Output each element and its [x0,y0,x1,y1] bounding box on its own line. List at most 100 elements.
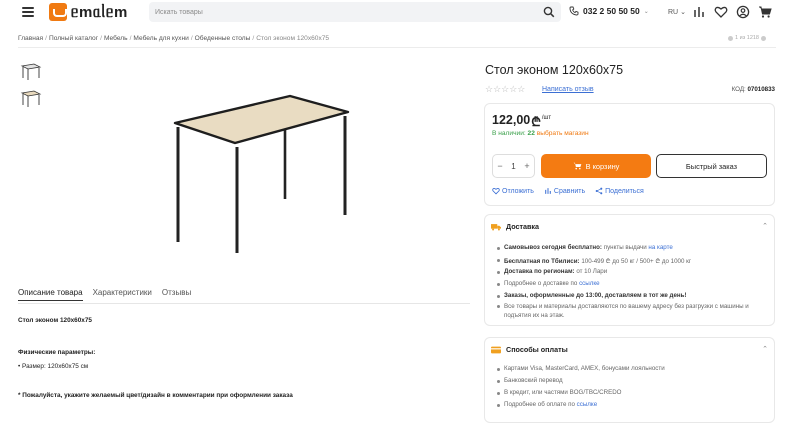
tab-reviews[interactable]: Отзывы [162,288,191,301]
price-unit: /шт [541,115,552,121]
list-item-text: Подробнее об оплате по ссылке [504,401,597,408]
wishlist-action[interactable]: Отложить [492,187,534,195]
breadcrumb-item[interactable]: Обеденные столы [195,35,251,42]
pickup-map-link[interactable]: на карте [648,244,672,251]
logo[interactable]: ᥱmᥲᥣᥱm [49,3,128,21]
stock-count: 22 [527,130,535,137]
list-item: В кредит, или частями BOG/TBC/CREDO [497,389,621,396]
account-icon[interactable] [736,5,750,19]
rating-stars[interactable]: ☆☆☆☆☆ [485,84,525,95]
phone-text: 032 2 50 50 50 [583,6,640,16]
breadcrumb-separator: / [100,35,102,42]
bullet-icon [497,283,500,286]
add-to-cart-button[interactable]: В корзину [541,154,651,178]
payment-title: Способы оплаты [506,345,568,354]
thumbnail-1[interactable] [20,61,42,81]
list-item-text: Самовывоз сегодня бесплатно: пункты выда… [504,244,673,251]
breadcrumb-current: Стол эконом 120х60х75 [256,35,330,42]
breadcrumb-separator: / [45,35,47,42]
chevron-up-icon[interactable]: ⌃ [762,345,768,353]
breadcrumb-separator: / [129,35,132,42]
cart-icon [573,162,581,170]
list-item-text: Бесплатная по Тбилиси: 100-499 ₾ до 50 к… [504,256,691,265]
bullet-icon [497,305,500,308]
compare-action[interactable]: Сравнить [544,187,585,195]
chevron-down-icon: ⌄ [643,8,649,15]
chevron-down-icon: ⌄ [680,9,686,16]
thumbnail-2[interactable] [20,88,42,108]
payment-credit: В кредит, или частями BOG/TBC/CREDO [504,389,622,396]
cart-icon[interactable] [758,5,772,19]
write-review-link[interactable]: Написать отзыв [542,86,594,93]
compare-icon [545,188,551,194]
counter-dot-icon [761,35,766,41]
payment-transfer: Банковский перевод [504,377,563,384]
share-icon [595,187,603,195]
qty-minus-button[interactable]: − [497,161,502,171]
phone-number[interactable]: 032 2 50 50 50 ⌄ [569,6,649,16]
search-input[interactable] [149,2,529,22]
delivery-title: Доставка [506,222,540,231]
description-size: • Размер: 120х60х75 см [18,363,89,370]
description-heading: Стол эконом 120х60х75 [18,317,92,324]
compare-icon[interactable] [692,5,706,19]
list-item-text: Доставка по регионам: от 10 Лари [504,268,607,275]
product-image[interactable] [170,92,352,258]
bullet-icon [497,368,500,371]
delivery-more-text: Подробнее о доставке по [504,280,578,287]
breadcrumb-item[interactable]: Главная [18,35,43,42]
breadcrumb-separator: / [252,35,255,42]
code-value: 07010833 [747,86,775,93]
stock-status: В наличии: 22 выбрать магазин [492,130,589,137]
counter-dot-icon [728,35,734,41]
product-code: КОД: 07010833 [732,86,775,93]
qty-value[interactable]: 1 [511,162,515,171]
share-action[interactable]: Поделиться [595,187,644,195]
delivery-more-link[interactable]: ссылке [579,280,599,287]
list-item: Подробнее о доставке по ссылке [497,280,600,287]
description-note: * Пожалуйста, укажите желаемый цвет/диза… [18,392,293,399]
bullet-icon [497,247,500,250]
heart-icon[interactable] [714,5,728,19]
counter-text: 1 из 1218 [735,35,759,41]
compare-label: Сравнить [553,187,586,195]
payment-header[interactable]: Способы оплаты [491,345,568,354]
truck-icon [491,223,501,230]
chevron-up-icon[interactable]: ⌃ [762,222,768,230]
regions-bold: Доставка по регионам: [504,268,575,275]
tab-characteristics[interactable]: Характеристики [93,288,152,301]
position-counter: 1 из 1218 [728,35,766,41]
bullet-icon [497,259,500,262]
heart-icon [492,187,500,195]
language-selector[interactable]: RU ⌄ [668,8,686,17]
choose-store-link[interactable]: выбрать магазин [537,130,589,137]
quick-order-button[interactable]: Быстрый заказ [656,154,767,178]
list-item: Доставка по регионам: от 10 Лари [497,268,607,275]
logo-mark-icon [49,3,67,21]
quantity-stepper: − 1 + [492,154,535,178]
qty-plus-button[interactable]: + [524,161,529,171]
product-actions: Отложить Сравнить Поделиться [492,187,644,195]
breadcrumb-item[interactable]: Полный каталог [49,35,98,42]
delivery-header[interactable]: Доставка [491,222,539,231]
card-icon [491,346,501,353]
list-item-text: Подробнее о доставке по ссылке [504,280,600,287]
tabs-divider [18,303,470,304]
bullet-icon [497,392,500,395]
logo-text: ᥱmᥲᥣᥱm [71,3,128,21]
tab-description[interactable]: Описание товара [18,288,83,301]
free-delivery-text: 100-499 ₾ до 50 кг / 500+ ₾ до 1000 кг [581,258,692,265]
breadcrumb-item[interactable]: Мебель для кухни [133,35,188,42]
free-delivery-bold: Бесплатная по Тбилиси: [504,258,580,265]
search-icon[interactable] [543,6,555,18]
all-goods-text: Все товары и материалы доставляются по в… [504,303,749,319]
list-item: Все товары и материалы доставляются по в… [497,302,770,320]
menu-icon[interactable] [22,7,34,17]
breadcrumb: Главная / Полный каталог / Мебель / Мебель для… [18,35,329,42]
bullet-icon [497,404,500,407]
payment-more-link[interactable]: ссылке [577,401,597,408]
list-item: Банковский перевод [497,377,563,384]
breadcrumb-item[interactable]: Мебель [104,35,128,42]
language-label: RU [668,8,679,16]
price: 122,00 ₾ /шт [492,113,551,130]
